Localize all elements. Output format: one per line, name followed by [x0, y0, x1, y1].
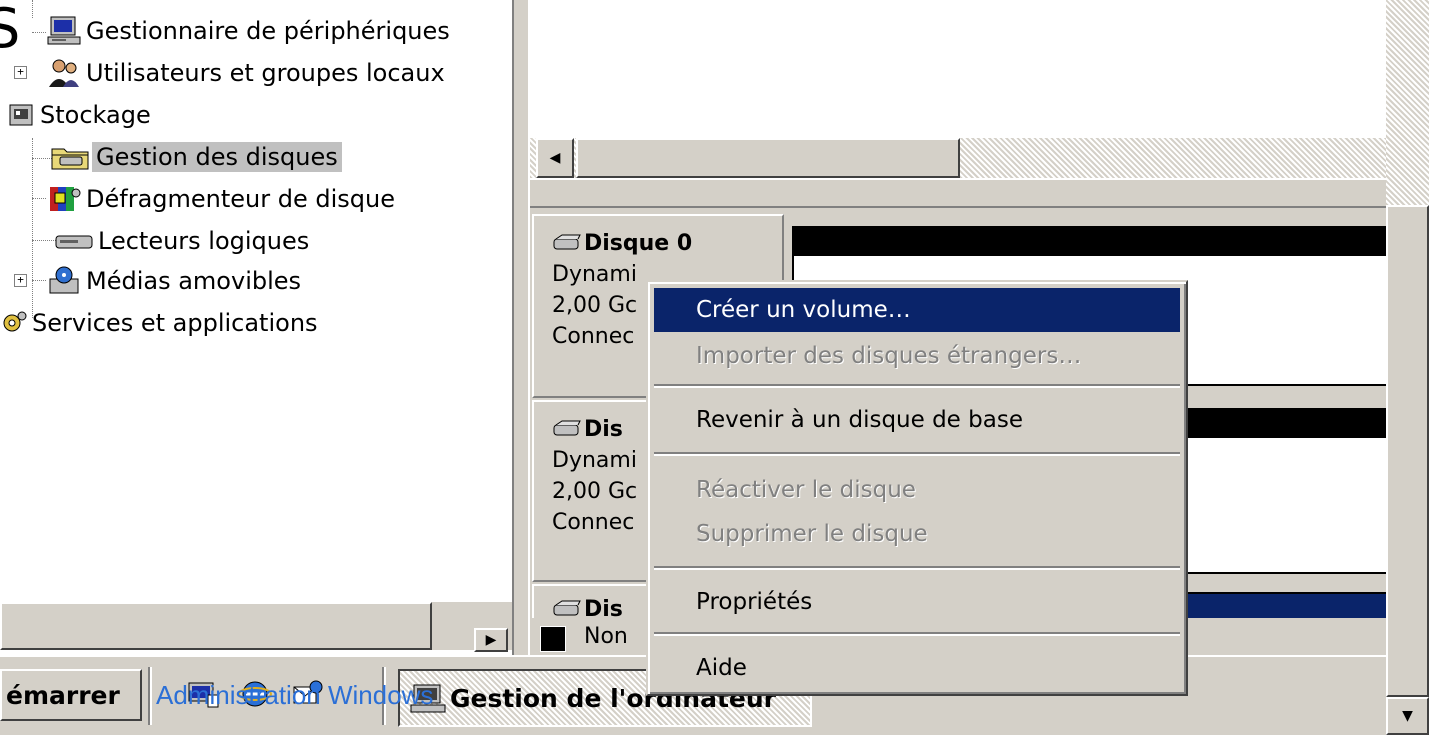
tree-item-label: Défragmenteur de disque	[86, 185, 395, 213]
start-button[interactable]: émarrer	[0, 669, 142, 721]
pane-splitter[interactable]	[512, 0, 530, 655]
tree-connector	[32, 280, 46, 281]
tree-connector	[32, 240, 56, 241]
scroll-right-icon: ▶	[485, 632, 497, 648]
tree-item-label: Médias amovibles	[86, 267, 302, 295]
tree-scroll-thumb[interactable]	[0, 602, 432, 650]
menu-item-reactivate-disk[interactable]: Réactiver le disque	[654, 468, 1180, 512]
tree-connector	[32, 138, 33, 318]
tree-item-label: Stockage	[40, 101, 151, 129]
pane-splitter-horizontal[interactable]	[530, 178, 1386, 208]
menu-item-create-volume[interactable]: Créer un volume…	[654, 288, 1180, 332]
vertical-scrollbar[interactable]: ▼	[1386, 0, 1429, 735]
disk-title: Dis	[584, 417, 623, 442]
computer-monitor-icon	[46, 15, 82, 47]
start-button-label: émarrer	[6, 680, 120, 710]
logical-drive-icon	[54, 226, 94, 256]
tree-connector	[32, 32, 46, 33]
services-icon	[0, 308, 28, 338]
menu-item-revert-basic-disk[interactable]: Revenir à un disque de base	[654, 398, 1180, 442]
menu-separator	[654, 566, 1180, 570]
tree-item-label: Gestion des disques	[92, 142, 342, 172]
menu-separator	[654, 384, 1180, 388]
tree-item-storage[interactable]: Stockage	[6, 96, 155, 134]
console-tree: S Gestionnaire de périphériques + Utilis…	[0, 0, 512, 645]
tree-item-label: Gestionnaire de périphériques	[86, 17, 450, 45]
volume-list-pane	[530, 0, 1386, 138]
tree-item-logical-drives[interactable]: Lecteurs logiques	[54, 222, 313, 260]
menu-separator	[654, 632, 1180, 636]
tree-item-label: Lecteurs logiques	[98, 227, 310, 255]
tree-connector	[32, 0, 33, 18]
scroll-left-button[interactable]: ◀	[536, 138, 574, 178]
tree-horizontal-scrollbar[interactable]: ▶	[0, 602, 512, 652]
taskbar-separator	[148, 667, 152, 725]
legend-label: Non	[584, 624, 628, 649]
menu-item-properties[interactable]: Propriétés	[654, 580, 1180, 624]
tree-item-defragmenter[interactable]: Défragmenteur de disque	[46, 180, 399, 218]
defragmenter-icon	[46, 183, 82, 215]
volume-header-bar	[794, 228, 1386, 256]
expand-toggle[interactable]: +	[14, 274, 27, 287]
scroll-right-button[interactable]: ▶	[474, 628, 508, 652]
storage-icon	[6, 100, 36, 130]
expand-toggle[interactable]: +	[14, 66, 27, 79]
tree-item-label: Utilisateurs et groupes locaux	[86, 59, 445, 87]
volume-list-horizontal-scrollbar[interactable]: ◀	[530, 138, 1386, 178]
disk-icon	[553, 420, 581, 435]
tree-item-local-users[interactable]: Utilisateurs et groupes locaux	[46, 54, 449, 92]
menu-separator	[654, 452, 1180, 456]
scroll-down-icon: ▼	[1402, 708, 1413, 724]
vertical-scroll-thumb[interactable]	[1386, 205, 1429, 697]
disk-title: Disque 0	[584, 231, 693, 256]
removable-media-icon	[46, 265, 82, 297]
users-groups-icon	[46, 57, 82, 89]
tree-item-device-manager[interactable]: Gestionnaire de périphériques	[46, 12, 454, 50]
disk-management-icon	[50, 141, 92, 173]
menu-item-import-foreign-disks[interactable]: Importer des disques étrangers…	[654, 334, 1180, 378]
disk-icon	[553, 234, 581, 249]
scroll-left-icon: ◀	[549, 150, 561, 166]
tree-item-services-apps[interactable]: Services et applications	[0, 304, 322, 342]
legend-swatch	[540, 626, 566, 652]
menu-item-delete-disk[interactable]: Supprimer le disque	[654, 512, 1180, 556]
menu-item-help[interactable]: Aide	[654, 646, 1180, 690]
volume-list-scroll-thumb[interactable]	[576, 138, 960, 178]
scroll-down-button[interactable]: ▼	[1386, 697, 1429, 735]
disk-icon	[553, 600, 581, 615]
tree-connector	[32, 198, 46, 199]
overlay-caption: Administration Windows	[156, 680, 434, 710]
context-menu: Créer un volume… Importer des disques ét…	[646, 280, 1188, 696]
tree-item-disk-management[interactable]: Gestion des disques	[50, 138, 342, 176]
tree-item-removable-media[interactable]: Médias amovibles	[46, 262, 305, 300]
scroll-track[interactable]	[1386, 0, 1429, 205]
partial-heading-glyph: S	[0, 0, 21, 60]
tree-item-label: Services et applications	[32, 309, 318, 337]
